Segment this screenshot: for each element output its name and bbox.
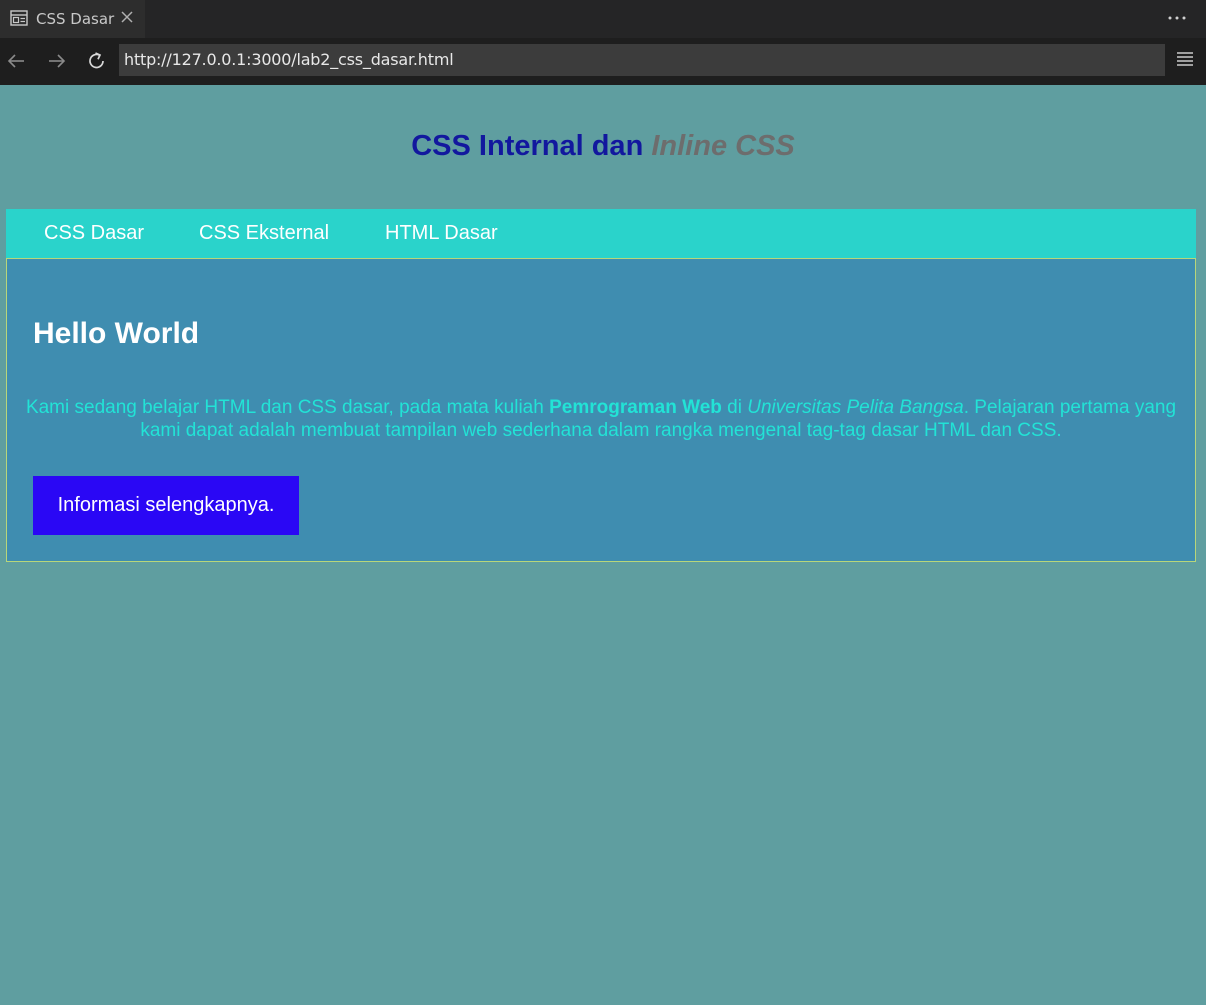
page-header: CSS Internal dan Inline CSS — [0, 85, 1206, 209]
page-title-main: CSS Internal dan — [411, 130, 652, 162]
main-menu: CSS Dasar CSS Eksternal HTML Dasar — [6, 209, 1196, 258]
page-title-italic: Inline CSS — [651, 130, 795, 162]
paragraph-text-2: di — [721, 397, 748, 418]
content-paragraph: Kami sedang belajar HTML dan CSS dasar, … — [17, 396, 1185, 442]
content-heading: Hello World — [33, 317, 200, 350]
paragraph-bold-course: Pemrograman Web — [549, 397, 722, 418]
content-box: Hello World Kami sedang belajar HTML dan… — [6, 258, 1196, 562]
back-arrow-icon[interactable] — [5, 50, 27, 72]
close-icon[interactable] — [119, 9, 135, 25]
page-icon — [10, 10, 28, 26]
more-icon[interactable] — [1166, 8, 1188, 26]
reload-icon[interactable] — [86, 50, 108, 72]
menu-item-css-dasar[interactable]: CSS Dasar — [44, 222, 144, 245]
paragraph-italic-university: Universitas Pelita Bangsa — [747, 397, 964, 418]
browser-tab-bar: CSS Dasar — [0, 0, 1206, 38]
page-title: CSS Internal dan Inline CSS — [0, 130, 1206, 163]
menu-item-html-dasar[interactable]: HTML Dasar — [385, 222, 498, 245]
menu-item-css-eksternal[interactable]: CSS Eksternal — [199, 222, 329, 245]
tab-title: CSS Dasar — [36, 10, 115, 28]
paragraph-text-1: Kami sedang belajar HTML dan CSS dasar, … — [25, 397, 550, 418]
browser-nav-bar: http://127.0.0.1:3000/lab2_css_dasar.htm… — [0, 38, 1206, 85]
hamburger-menu-icon[interactable] — [1176, 50, 1194, 68]
forward-arrow-icon[interactable] — [46, 50, 68, 72]
more-info-button[interactable]: Informasi selengkapnya. — [33, 476, 299, 535]
url-bar[interactable]: http://127.0.0.1:3000/lab2_css_dasar.htm… — [119, 44, 1165, 76]
browser-tab[interactable]: CSS Dasar — [0, 0, 145, 38]
